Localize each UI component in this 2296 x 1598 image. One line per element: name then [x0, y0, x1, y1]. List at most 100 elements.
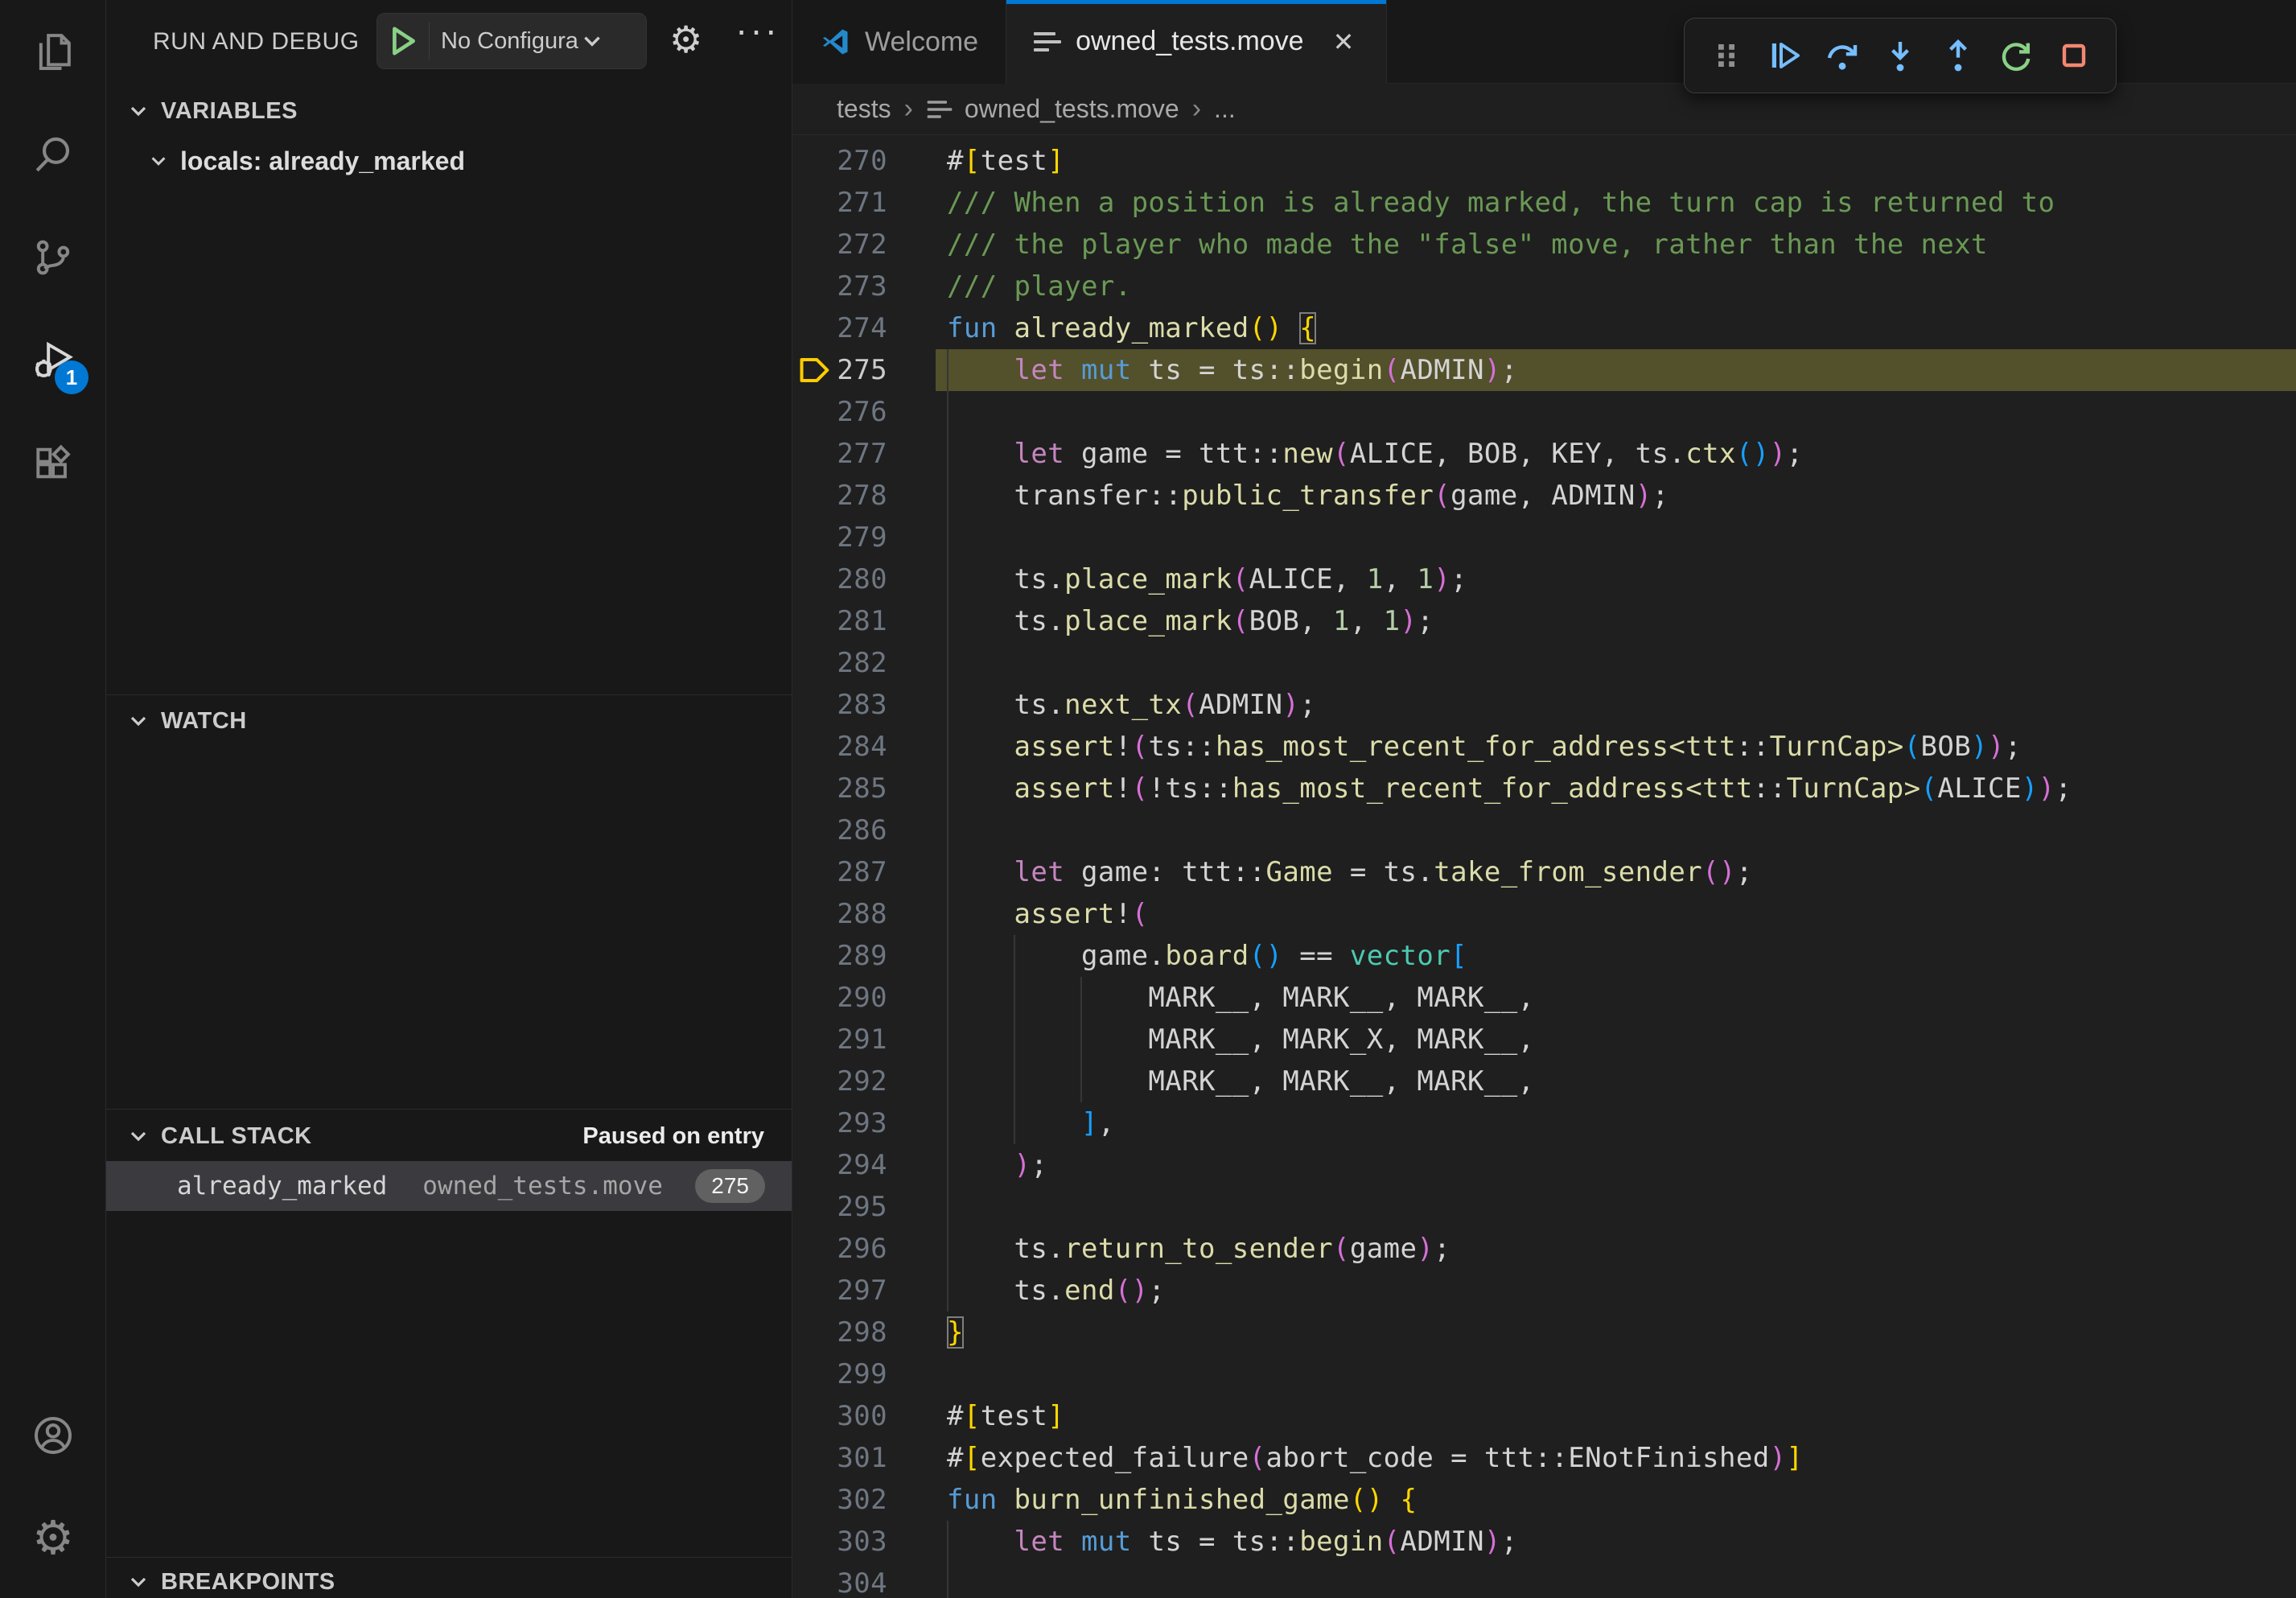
tab-owned-tests-move[interactable]: owned_tests.move ✕: [1006, 0, 1387, 84]
more-actions-icon[interactable]: ···: [735, 8, 780, 51]
gutter[interactable]: 304: [792, 1563, 947, 1598]
code-line[interactable]: 296 ts.return_to_sender(game);: [792, 1228, 2296, 1270]
code-line[interactable]: 290 MARK__, MARK__, MARK__,: [792, 977, 2296, 1019]
breadcrumb-item-tests[interactable]: tests: [837, 94, 891, 124]
gutter[interactable]: 297: [792, 1270, 947, 1312]
code-line[interactable]: 300#[test]: [792, 1395, 2296, 1437]
code-line[interactable]: 281 ts.place_mark(BOB, 1, 1);: [792, 600, 2296, 642]
explorer-icon[interactable]: [0, 0, 106, 103]
tab-welcome[interactable]: Welcome: [792, 0, 1006, 84]
code-line[interactable]: 273/// player.: [792, 266, 2296, 307]
code-line[interactable]: 279: [792, 517, 2296, 558]
gutter[interactable]: 280: [792, 558, 947, 600]
continue-button[interactable]: [1755, 27, 1813, 84]
gutter[interactable]: 298: [792, 1312, 947, 1353]
code-line[interactable]: 278 transfer::public_transfer(game, ADMI…: [792, 475, 2296, 517]
section-watch[interactable]: WATCH: [106, 698, 792, 743]
code-line[interactable]: 284 assert!(ts::has_most_recent_for_addr…: [792, 726, 2296, 768]
gutter[interactable]: 296: [792, 1228, 947, 1270]
code-line[interactable]: 272/// the player who made the "false" m…: [792, 224, 2296, 266]
variables-locals-row[interactable]: locals: already_marked: [106, 138, 792, 183]
gutter[interactable]: 294: [792, 1144, 947, 1186]
code-line[interactable]: 301#[expected_failure(abort_code = ttt::…: [792, 1437, 2296, 1479]
code-line[interactable]: 275 let mut ts = ts::begin(ADMIN);: [792, 349, 2296, 391]
code-line[interactable]: 294 );: [792, 1144, 2296, 1186]
code-line[interactable]: 285 assert!(!ts::has_most_recent_for_add…: [792, 768, 2296, 809]
gutter[interactable]: 303: [792, 1521, 947, 1563]
gutter[interactable]: 289: [792, 935, 947, 977]
start-debug-icon[interactable]: [390, 26, 418, 56]
step-into-button[interactable]: [1871, 27, 1929, 84]
settings-gear-icon[interactable]: ⚙: [0, 1487, 106, 1590]
gutter[interactable]: 293: [792, 1102, 947, 1144]
gutter[interactable]: 285: [792, 768, 947, 809]
code-line[interactable]: 295: [792, 1186, 2296, 1228]
gutter[interactable]: 277: [792, 433, 947, 475]
code-line[interactable]: 299: [792, 1353, 2296, 1395]
code-line[interactable]: 293 ],: [792, 1102, 2296, 1144]
gutter[interactable]: 295: [792, 1186, 947, 1228]
extensions-icon[interactable]: [0, 412, 106, 515]
gutter[interactable]: 272: [792, 224, 947, 266]
code-line[interactable]: 298}: [792, 1312, 2296, 1353]
step-over-button[interactable]: [1813, 27, 1871, 84]
gutter[interactable]: 273: [792, 266, 947, 307]
code-line[interactable]: 283 ts.next_tx(ADMIN);: [792, 684, 2296, 726]
section-breakpoints[interactable]: BREAKPOINTS: [106, 1559, 792, 1598]
gutter[interactable]: 283: [792, 684, 947, 726]
code-line[interactable]: 286: [792, 809, 2296, 851]
code-line[interactable]: 280 ts.place_mark(ALICE, 1, 1);: [792, 558, 2296, 600]
gutter[interactable]: 292: [792, 1061, 947, 1102]
account-icon[interactable]: [0, 1384, 106, 1487]
code-line[interactable]: 282: [792, 642, 2296, 684]
breadcrumb-item-symbol[interactable]: ...: [1214, 94, 1236, 124]
gutter[interactable]: 286: [792, 809, 947, 851]
code-line[interactable]: 302fun burn_unfinished_game() {: [792, 1479, 2296, 1521]
gutter[interactable]: 275: [792, 349, 947, 391]
gutter[interactable]: 287: [792, 851, 947, 893]
debug-gear-icon[interactable]: ⚙: [669, 18, 702, 61]
code-line[interactable]: 276: [792, 391, 2296, 433]
run-and-debug-icon[interactable]: 1: [0, 309, 106, 412]
code-line[interactable]: 297 ts.end();: [792, 1270, 2296, 1312]
code-line[interactable]: 270#[test]: [792, 140, 2296, 182]
breadcrumb-item-file[interactable]: owned_tests.move: [965, 94, 1179, 124]
gutter[interactable]: 281: [792, 600, 947, 642]
gutter[interactable]: 276: [792, 391, 947, 433]
code-line[interactable]: 292 MARK__, MARK__, MARK__,: [792, 1061, 2296, 1102]
step-out-button[interactable]: [1929, 27, 1987, 84]
close-tab-icon[interactable]: ✕: [1328, 25, 1360, 59]
gutter[interactable]: 301: [792, 1437, 947, 1479]
code-line[interactable]: 304: [792, 1563, 2296, 1598]
search-icon[interactable]: [0, 103, 106, 206]
code-line[interactable]: 303 let mut ts = ts::begin(ADMIN);: [792, 1521, 2296, 1563]
restart-button[interactable]: [1987, 27, 2045, 84]
debug-config-dropdown[interactable]: No Configura: [376, 13, 647, 69]
section-variables[interactable]: VARIABLES: [106, 89, 792, 134]
gutter[interactable]: 270: [792, 140, 947, 182]
code-line[interactable]: 291 MARK__, MARK_X, MARK__,: [792, 1019, 2296, 1061]
gutter[interactable]: 282: [792, 642, 947, 684]
gutter[interactable]: 300: [792, 1395, 947, 1437]
gutter[interactable]: 278: [792, 475, 947, 517]
source-control-icon[interactable]: [0, 206, 106, 309]
code-line[interactable]: 274fun already_marked() {: [792, 307, 2296, 349]
gutter[interactable]: 279: [792, 517, 947, 558]
gutter[interactable]: 284: [792, 726, 947, 768]
gutter[interactable]: 288: [792, 893, 947, 935]
gutter[interactable]: 274: [792, 307, 947, 349]
code-line[interactable]: 271/// When a position is already marked…: [792, 182, 2296, 224]
code-line[interactable]: 287 let game: ttt::Game = ts.take_from_s…: [792, 851, 2296, 893]
section-call-stack[interactable]: CALL STACK Paused on entry: [106, 1114, 792, 1159]
code-line[interactable]: 289 game.board() == vector[: [792, 935, 2296, 977]
stop-button[interactable]: [2045, 27, 2103, 84]
call-stack-frame[interactable]: already_marked owned_tests.move 275: [106, 1161, 792, 1211]
code-line[interactable]: 277 let game = ttt::new(ALICE, BOB, KEY,…: [792, 433, 2296, 475]
gutter[interactable]: 271: [792, 182, 947, 224]
code-editor[interactable]: 270#[test]271/// When a position is alre…: [792, 135, 2296, 1598]
code-line[interactable]: 288 assert!(: [792, 893, 2296, 935]
gutter[interactable]: 299: [792, 1353, 947, 1395]
toolbar-drag-handle[interactable]: [1697, 27, 1755, 84]
gutter[interactable]: 290: [792, 977, 947, 1019]
gutter[interactable]: 302: [792, 1479, 947, 1521]
